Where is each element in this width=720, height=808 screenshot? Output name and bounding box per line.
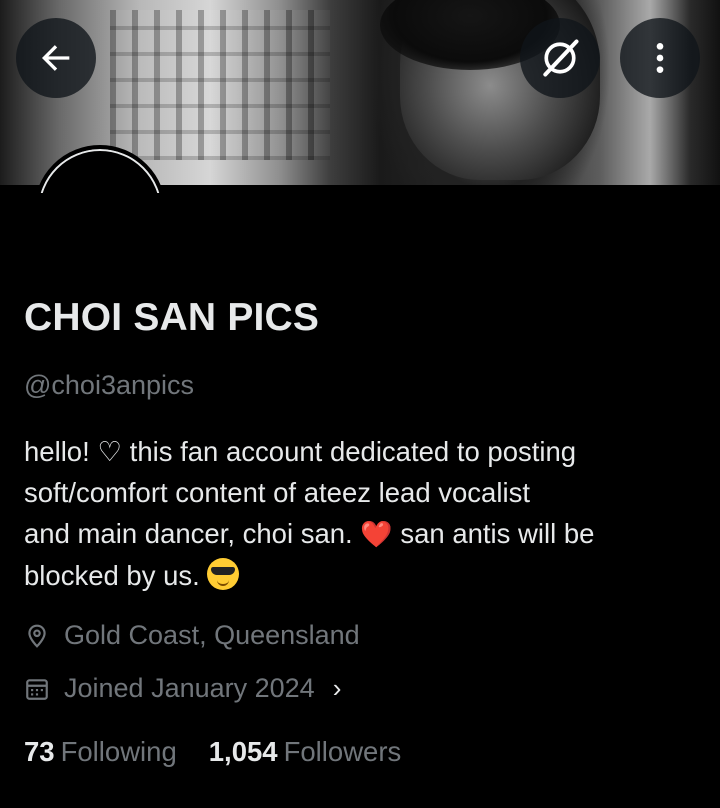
following-label: Following	[60, 736, 177, 767]
heart-icon: ❤️	[360, 519, 393, 549]
profile-bio: hello! ♡ this fan account dedicated to p…	[24, 431, 694, 596]
follow-stats: 73 Following 1,054 Followers	[24, 736, 401, 768]
back-button[interactable]	[16, 18, 96, 98]
arrow-left-icon	[42, 45, 70, 71]
followers-link[interactable]: 1,054 Followers	[209, 736, 402, 768]
followers-label: Followers	[283, 736, 402, 767]
joined-text: Joined January 2024	[64, 673, 315, 703]
grok-button[interactable]	[520, 18, 600, 98]
banner-building-shape	[110, 10, 330, 160]
sunglasses-emoji-icon	[207, 558, 240, 590]
more-vertical-icon	[656, 43, 664, 73]
more-options-button[interactable]	[620, 18, 700, 98]
bio-line-1: hello! ♡ this fan account dedicated to p…	[24, 436, 577, 467]
bio-line-3a: and main dancer, choi san.	[24, 518, 361, 549]
location-pin-icon	[28, 624, 46, 648]
location-text: Gold Coast, Queensland	[64, 620, 360, 650]
chevron-right-icon: ›	[332, 673, 342, 703]
followers-count: 1,054	[208, 736, 278, 767]
bio-line-4: blocked by us.	[24, 560, 208, 591]
avatar[interactable]	[34, 145, 166, 193]
location-row: Gold Coast, Queensland	[24, 620, 360, 651]
display-name: CHOI SAN PICS	[24, 296, 320, 339]
user-handle: @choi3anpics	[24, 370, 195, 400]
calendar-icon	[26, 678, 48, 700]
bio-line-3b: san antis will be	[392, 518, 595, 549]
joined-row[interactable]: Joined January 2024 ›	[24, 673, 341, 704]
bio-line-2: soft/comfort content of ateez lead vocal…	[24, 477, 530, 508]
grok-icon	[543, 39, 579, 77]
following-link[interactable]: 73 Following	[24, 736, 177, 768]
following-count: 73	[24, 736, 55, 767]
